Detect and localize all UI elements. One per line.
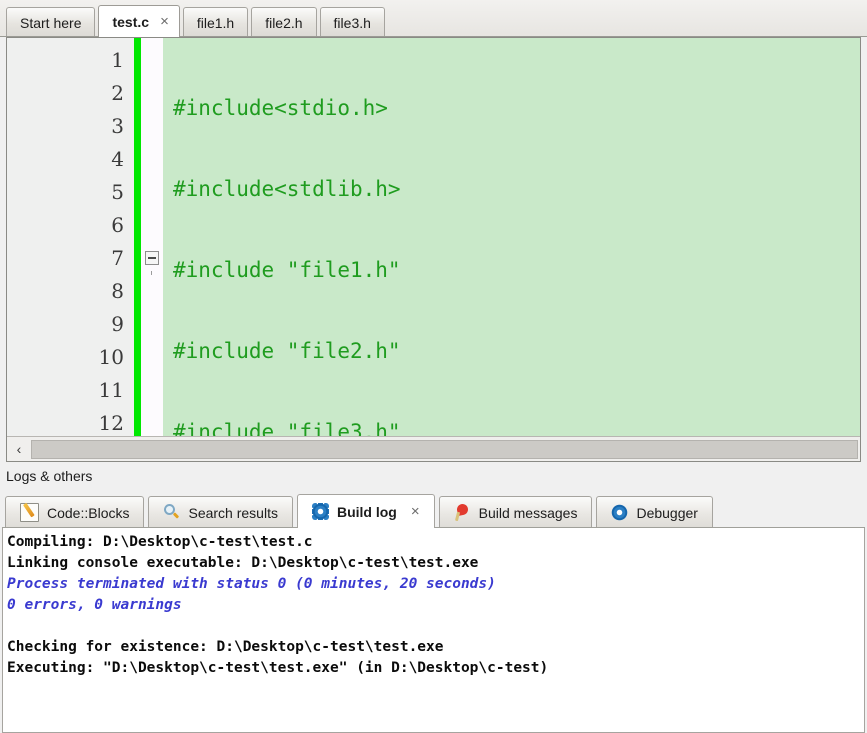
log-tab-label: Code::Blocks xyxy=(47,504,130,521)
scroll-left-arrow-icon[interactable]: ‹ xyxy=(7,437,31,461)
code-token-preprocessor: #include<stdio.h> xyxy=(173,96,388,120)
editor-tab-label: Start here xyxy=(20,14,82,31)
code-token-preprocessor: #include "file3.h" xyxy=(173,420,401,436)
line-number: 11 xyxy=(98,378,124,402)
notepad-pencil-icon xyxy=(20,503,39,522)
log-tab-search-results[interactable]: Search results xyxy=(148,496,293,528)
gear-icon xyxy=(311,503,329,520)
log-line: Checking for existence: D:\Desktop\c-tes… xyxy=(7,639,444,655)
code-token-preprocessor: #include<stdlib.h> xyxy=(173,177,401,201)
code-line: #include<stdio.h> xyxy=(163,92,860,125)
line-number: 7 xyxy=(111,246,124,270)
code-text-area[interactable]: #include<stdio.h> #include<stdlib.h> #in… xyxy=(163,38,860,436)
line-number: 2 xyxy=(111,81,124,105)
log-tab-label: Search results xyxy=(188,504,278,521)
modified-lines-change-bar xyxy=(134,38,141,436)
line-number: 12 xyxy=(98,411,124,435)
editor-tab-file3-h[interactable]: file3.h xyxy=(319,7,385,37)
line-number-gutter: 1 2 3 4 5 6 7 8 9 10 11 12 xyxy=(7,38,134,436)
log-line-blank xyxy=(7,616,864,637)
fold-margin[interactable] xyxy=(141,38,163,436)
scrollbar-track[interactable] xyxy=(31,439,858,459)
editor-tab-label: test.c xyxy=(112,13,150,30)
log-tab-build-messages[interactable]: Build messages xyxy=(438,496,593,528)
pushpin-icon xyxy=(454,504,471,521)
code-line: #include "file3.h" xyxy=(163,416,860,436)
log-tab-label: Build messages xyxy=(478,504,578,521)
fold-guide-line xyxy=(151,271,152,275)
log-line: Compiling: D:\Desktop\c-test\test.c xyxy=(7,534,313,550)
fold-collapse-icon[interactable] xyxy=(145,251,159,265)
editor-tab-start-here[interactable]: Start here xyxy=(6,7,96,37)
line-number: 4 xyxy=(111,147,124,171)
code-token-preprocessor: #include "file1.h" xyxy=(173,258,401,282)
editor-tab-label: file1.h xyxy=(196,14,235,31)
editor-tab-label: file3.h xyxy=(333,14,371,31)
close-icon[interactable]: × xyxy=(411,503,420,520)
logs-panel-title: Logs & others xyxy=(0,462,867,490)
log-line: Executing: "D:\Desktop\c-test\test.exe" … xyxy=(7,660,549,676)
editor-horizontal-scrollbar[interactable]: ‹ xyxy=(7,436,860,461)
log-tab-codeblocks[interactable]: Code::Blocks xyxy=(5,496,145,528)
code-line: #include "file1.h" xyxy=(163,254,860,287)
close-icon[interactable]: × xyxy=(158,14,171,29)
editor-tab-bar: Start here test.c × file1.h file2.h file… xyxy=(0,0,867,37)
line-number: 3 xyxy=(111,114,124,138)
log-tab-label: Build log xyxy=(336,503,397,520)
log-line: 0 errors, 0 warnings xyxy=(7,597,182,613)
editor-tab-test-c[interactable]: test.c × xyxy=(98,5,180,37)
log-line: Process terminated with status 0 (0 minu… xyxy=(7,576,496,592)
magnifier-icon xyxy=(163,504,180,521)
code-line: #include "file2.h" xyxy=(163,335,860,368)
editor-tab-file1-h[interactable]: file1.h xyxy=(182,7,249,37)
line-number: 8 xyxy=(111,279,124,303)
line-number: 10 xyxy=(98,345,124,369)
line-number: 6 xyxy=(111,213,124,237)
logs-tab-bar: Code::Blocks Search results Build log × … xyxy=(0,490,867,528)
build-log-output[interactable]: Compiling: D:\Desktop\c-test\test.c Link… xyxy=(2,528,865,733)
code-line: #include<stdlib.h> xyxy=(163,173,860,206)
line-number: 1 xyxy=(111,48,124,72)
log-tab-label: Debugger xyxy=(636,504,698,521)
editor-tab-label: file2.h xyxy=(265,14,303,31)
gear-icon xyxy=(611,504,629,521)
log-tab-debugger[interactable]: Debugger xyxy=(596,496,713,528)
codeblocks-window: Start here test.c × file1.h file2.h file… xyxy=(0,0,867,733)
logs-and-others-panel: Logs & others Code::Blocks Search result… xyxy=(0,462,867,733)
log-line: Linking console executable: D:\Desktop\c… xyxy=(7,555,479,571)
log-tab-build-log[interactable]: Build log × xyxy=(296,494,435,528)
code-token-preprocessor: #include "file2.h" xyxy=(173,339,401,363)
code-editor[interactable]: 1 2 3 4 5 6 7 8 9 10 11 12 #include<stdi… xyxy=(6,37,861,462)
line-number: 5 xyxy=(111,180,124,204)
line-number: 9 xyxy=(111,312,124,336)
editor-tab-file2-h[interactable]: file2.h xyxy=(251,7,317,37)
editor-body[interactable]: 1 2 3 4 5 6 7 8 9 10 11 12 #include<stdi… xyxy=(7,38,860,436)
